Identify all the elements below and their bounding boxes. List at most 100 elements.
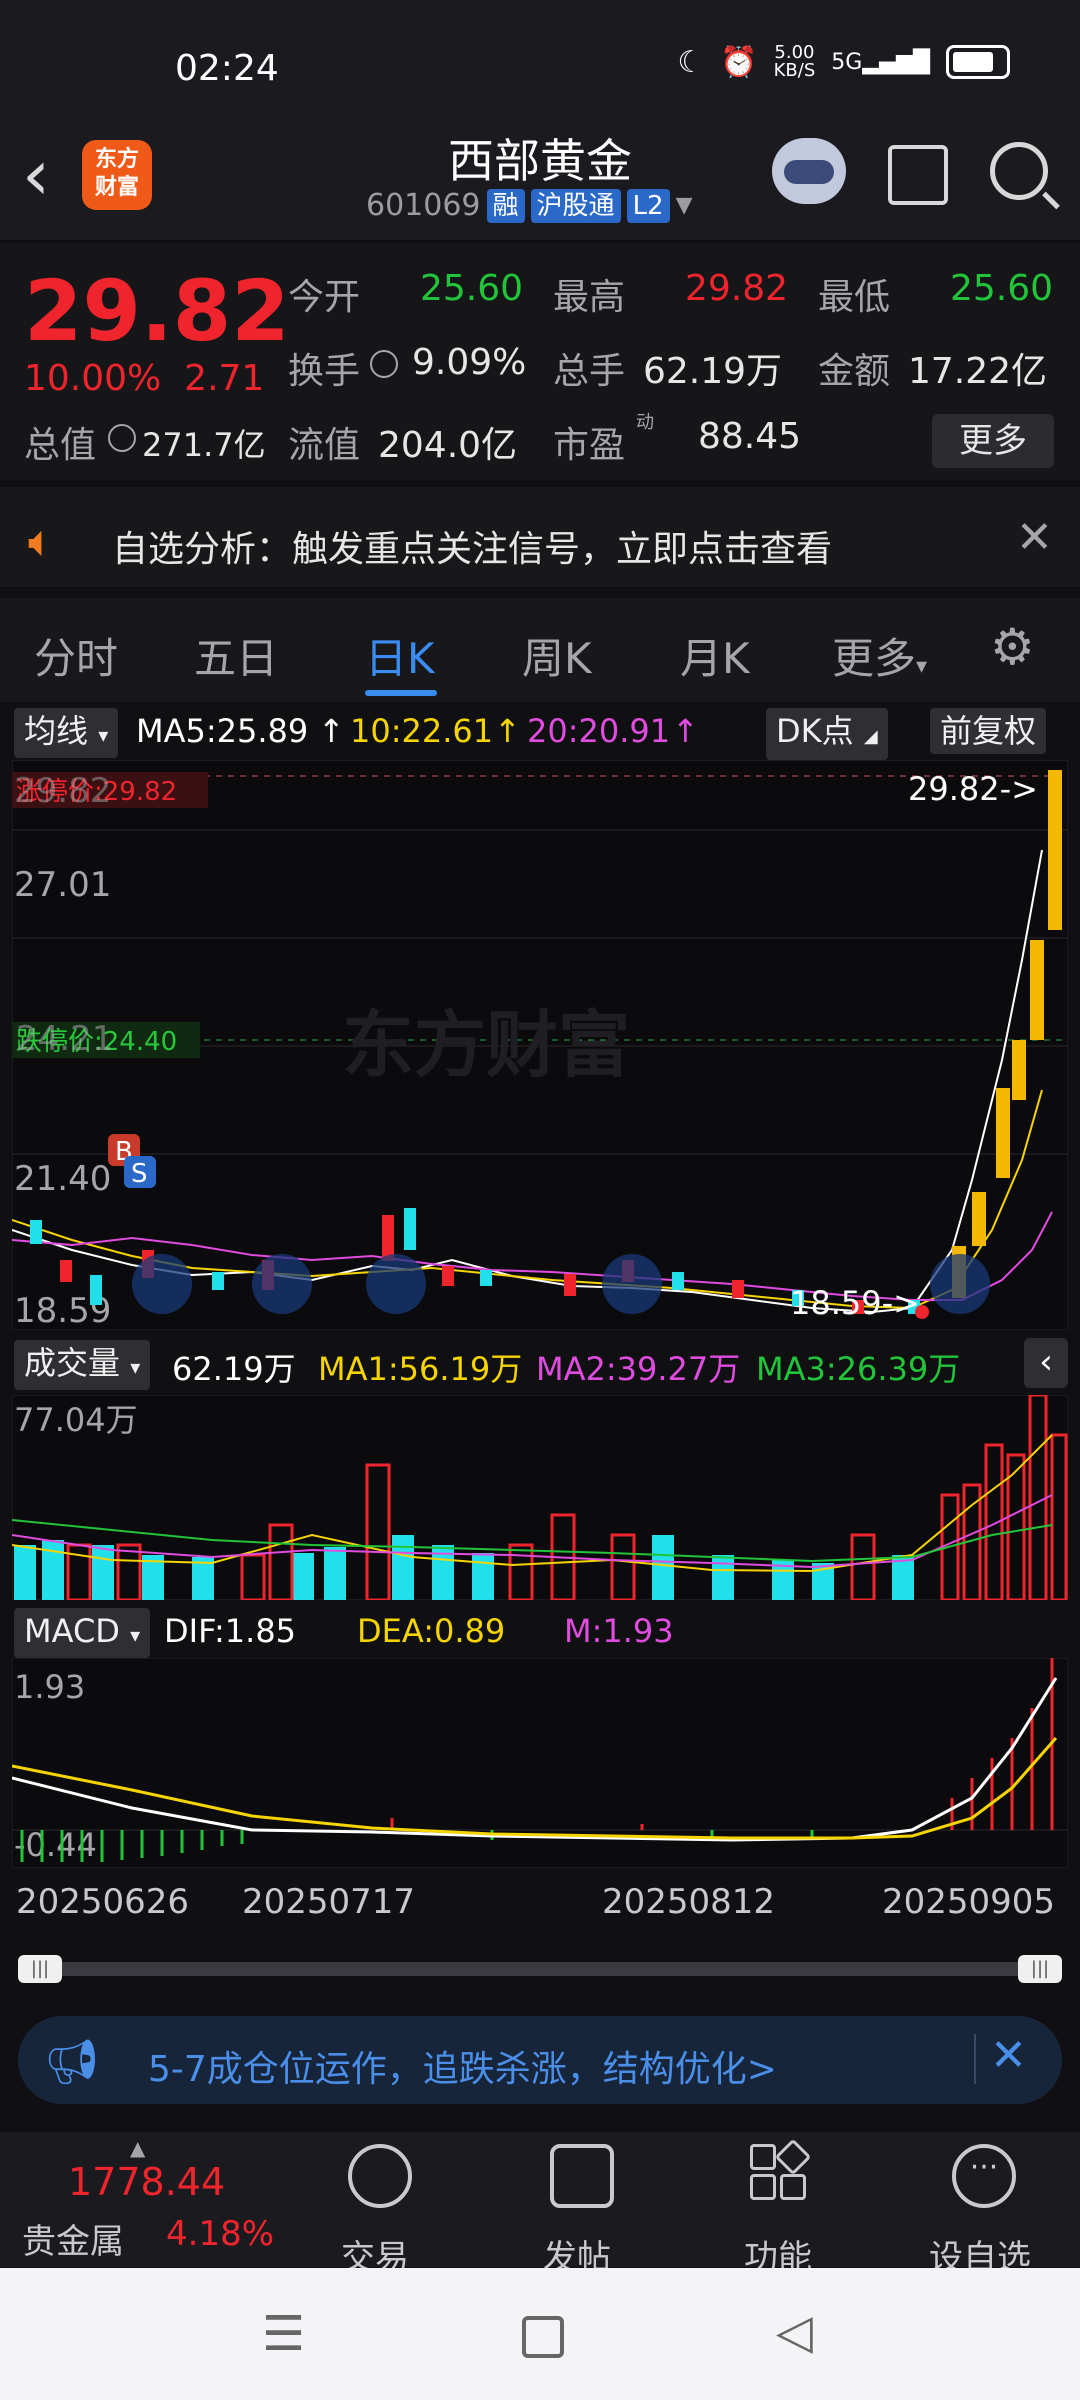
low-label: 最低 bbox=[818, 277, 891, 318]
ma5-value: MA5:25.89 bbox=[136, 712, 309, 750]
signal-icon: 5G▂▄▆█ bbox=[831, 49, 930, 75]
zoom-out-icon[interactable] bbox=[132, 1254, 192, 1314]
back-nav-icon[interactable]: ◁ bbox=[776, 2304, 813, 2360]
divider bbox=[974, 2034, 976, 2084]
menu-icon[interactable]: ☰ bbox=[262, 2306, 305, 2362]
tab-more[interactable]: 更多▾ bbox=[832, 625, 927, 686]
ma10-value: 10:22.61 bbox=[350, 712, 494, 750]
pe-label: 市盈 bbox=[553, 425, 626, 466]
last-price: 29.82 bbox=[24, 262, 290, 360]
pe-dynamic-mark: 动 bbox=[636, 412, 654, 433]
high-value: 29.82 bbox=[685, 268, 789, 309]
arrow-up-icon: ↑ bbox=[318, 712, 345, 750]
volume-top-tick: 77.04万 bbox=[14, 1401, 138, 1439]
info-icon[interactable] bbox=[370, 350, 398, 378]
robot-assistant-icon[interactable] bbox=[772, 138, 846, 204]
kline-indicator-bar: 均线 ▾ MA5:25.89 ↑ 10:22.61 ↑ 20:20.91 ↑ D… bbox=[0, 706, 1080, 760]
edit-icon[interactable] bbox=[550, 2144, 614, 2208]
volume-indicator-bar: 成交量 ▾ 62.19万 MA1:56.19万 MA2:39.27万 MA3:2… bbox=[0, 1338, 1080, 1390]
adjust-select[interactable]: 前复权 bbox=[930, 708, 1047, 754]
dk-point-select[interactable]: DK点 ◢ bbox=[766, 708, 888, 760]
low-price-pointer: 18.59-> bbox=[790, 1284, 920, 1322]
grid-icon[interactable] bbox=[750, 2138, 812, 2200]
more-dots-icon[interactable]: ··· bbox=[952, 2144, 1016, 2208]
macd-dea: DEA:0.89 bbox=[357, 1612, 506, 1650]
chevron-down-icon[interactable]: ▼ bbox=[676, 193, 693, 218]
vol-ma2: MA2:39.27万 bbox=[536, 1350, 741, 1388]
margin-tag: 融 bbox=[486, 188, 525, 223]
high-label: 最高 bbox=[553, 277, 626, 318]
search-icon[interactable] bbox=[990, 142, 1048, 200]
amount-label: 金额 bbox=[818, 351, 891, 392]
macd-chart[interactable]: 1.93 -0.44 bbox=[12, 1658, 1068, 1868]
float-value: 204.0亿 bbox=[378, 425, 518, 466]
net-speed: 5.00 KB/S bbox=[773, 42, 816, 81]
date-tick: 20250812 bbox=[602, 1882, 776, 1922]
index-pct[interactable]: 4.18% bbox=[166, 2214, 274, 2254]
low-value: 25.60 bbox=[950, 268, 1054, 309]
zoom-in-icon[interactable] bbox=[252, 1254, 312, 1314]
sell-signal[interactable]: S bbox=[131, 1159, 148, 1189]
more-button[interactable]: 更多 bbox=[932, 414, 1054, 468]
ma20-value: 20:20.91 bbox=[527, 712, 671, 750]
range-handle-left[interactable]: ||| bbox=[18, 1955, 62, 1983]
collapse-icon[interactable]: ‹ bbox=[1024, 1338, 1068, 1388]
turnover-value: 9.09% bbox=[412, 342, 527, 383]
turnover-label: 换手 bbox=[288, 351, 361, 392]
kline-chart[interactable]: 东方财富 涨停价:29.82 27.01 跌停价:24.40 24.21 21.… bbox=[12, 760, 1068, 1330]
open-label: 今开 bbox=[288, 277, 361, 318]
index-name[interactable]: 贵金属 bbox=[22, 2214, 124, 2263]
float-label: 流值 bbox=[288, 425, 361, 466]
mktcap-value: 271.7亿 bbox=[142, 426, 266, 464]
tab-five-day[interactable]: 五日 bbox=[194, 625, 278, 686]
date-axis: 20250626 20250717 20250812 20250905 bbox=[0, 1878, 1080, 1924]
date-tick: 20250905 bbox=[882, 1882, 1056, 1922]
open-value: 25.60 bbox=[420, 268, 524, 309]
gear-icon[interactable]: ⚙ bbox=[990, 618, 1035, 676]
home-icon[interactable] bbox=[522, 2316, 564, 2358]
watermark: 东方财富 bbox=[342, 1003, 630, 1087]
range-handle-right[interactable]: ||| bbox=[1018, 1955, 1062, 1983]
l2-tag: L2 bbox=[626, 188, 670, 223]
volume-select[interactable]: 成交量 ▾ bbox=[14, 1340, 151, 1390]
volume-chart[interactable]: 77.04万 bbox=[12, 1395, 1068, 1600]
volume-value: 62.19万 bbox=[643, 351, 783, 392]
promo-text[interactable]: 5-7成仓位运作，追跌杀涨，结构优化> bbox=[148, 2040, 777, 2092]
tab-daily-k[interactable]: 日K bbox=[365, 625, 435, 686]
notice-text[interactable]: 自选分析：触发重点关注信号，立即点击查看 bbox=[112, 520, 832, 572]
vol-ma3: MA3:26.39万 bbox=[756, 1350, 961, 1388]
close-icon[interactable]: ✕ bbox=[990, 2030, 1027, 2081]
macd-bottom-tick: -0.44 bbox=[14, 1826, 97, 1864]
info-icon[interactable] bbox=[108, 424, 136, 452]
date-tick: 20250717 bbox=[242, 1882, 416, 1922]
vol-ma1: MA1:56.19万 bbox=[318, 1350, 523, 1388]
status-icons: ☾ ⏰ 5.00 KB/S 5G▂▄▆█ bbox=[677, 44, 1010, 80]
share-icon[interactable] bbox=[888, 145, 948, 205]
tab-monthly-k[interactable]: 月K bbox=[680, 625, 750, 686]
trade-icon[interactable] bbox=[348, 2144, 412, 2208]
tab-intraday[interactable]: 分时 bbox=[34, 625, 118, 686]
price-change: 10.00% 2.71 bbox=[24, 358, 265, 399]
macd-m: M:1.93 bbox=[564, 1612, 674, 1650]
pan-left-icon[interactable] bbox=[366, 1254, 426, 1314]
index-value[interactable]: 1778.44 bbox=[68, 2160, 225, 2204]
mktcap-label: 总值 bbox=[24, 425, 97, 466]
stock-code: 601069 bbox=[366, 188, 481, 223]
hgt-tag: 沪股通 bbox=[530, 188, 621, 223]
tab-weekly-k[interactable]: 周K bbox=[522, 625, 592, 686]
price-tick-2140: 21.40 bbox=[14, 1159, 111, 1199]
price-tick-top: 29.82 bbox=[14, 771, 111, 811]
reset-icon[interactable] bbox=[930, 1254, 990, 1314]
ma-select[interactable]: 均线 ▾ bbox=[14, 708, 119, 758]
close-icon[interactable]: ✕ bbox=[1016, 512, 1053, 563]
status-time: 02:24 bbox=[175, 48, 279, 89]
volume-label: 总手 bbox=[553, 351, 626, 392]
speaker-icon: 🔈︎ bbox=[28, 516, 55, 567]
macd-select[interactable]: MACD ▾ bbox=[14, 1608, 151, 1658]
range-slider-track[interactable] bbox=[20, 1962, 1060, 1976]
amount-value: 17.22亿 bbox=[908, 351, 1048, 392]
pan-right-icon[interactable] bbox=[602, 1254, 662, 1314]
volume-value: 62.19万 bbox=[172, 1350, 296, 1388]
arrow-up-icon: ↑ bbox=[672, 712, 699, 750]
battery-icon bbox=[946, 45, 1010, 79]
